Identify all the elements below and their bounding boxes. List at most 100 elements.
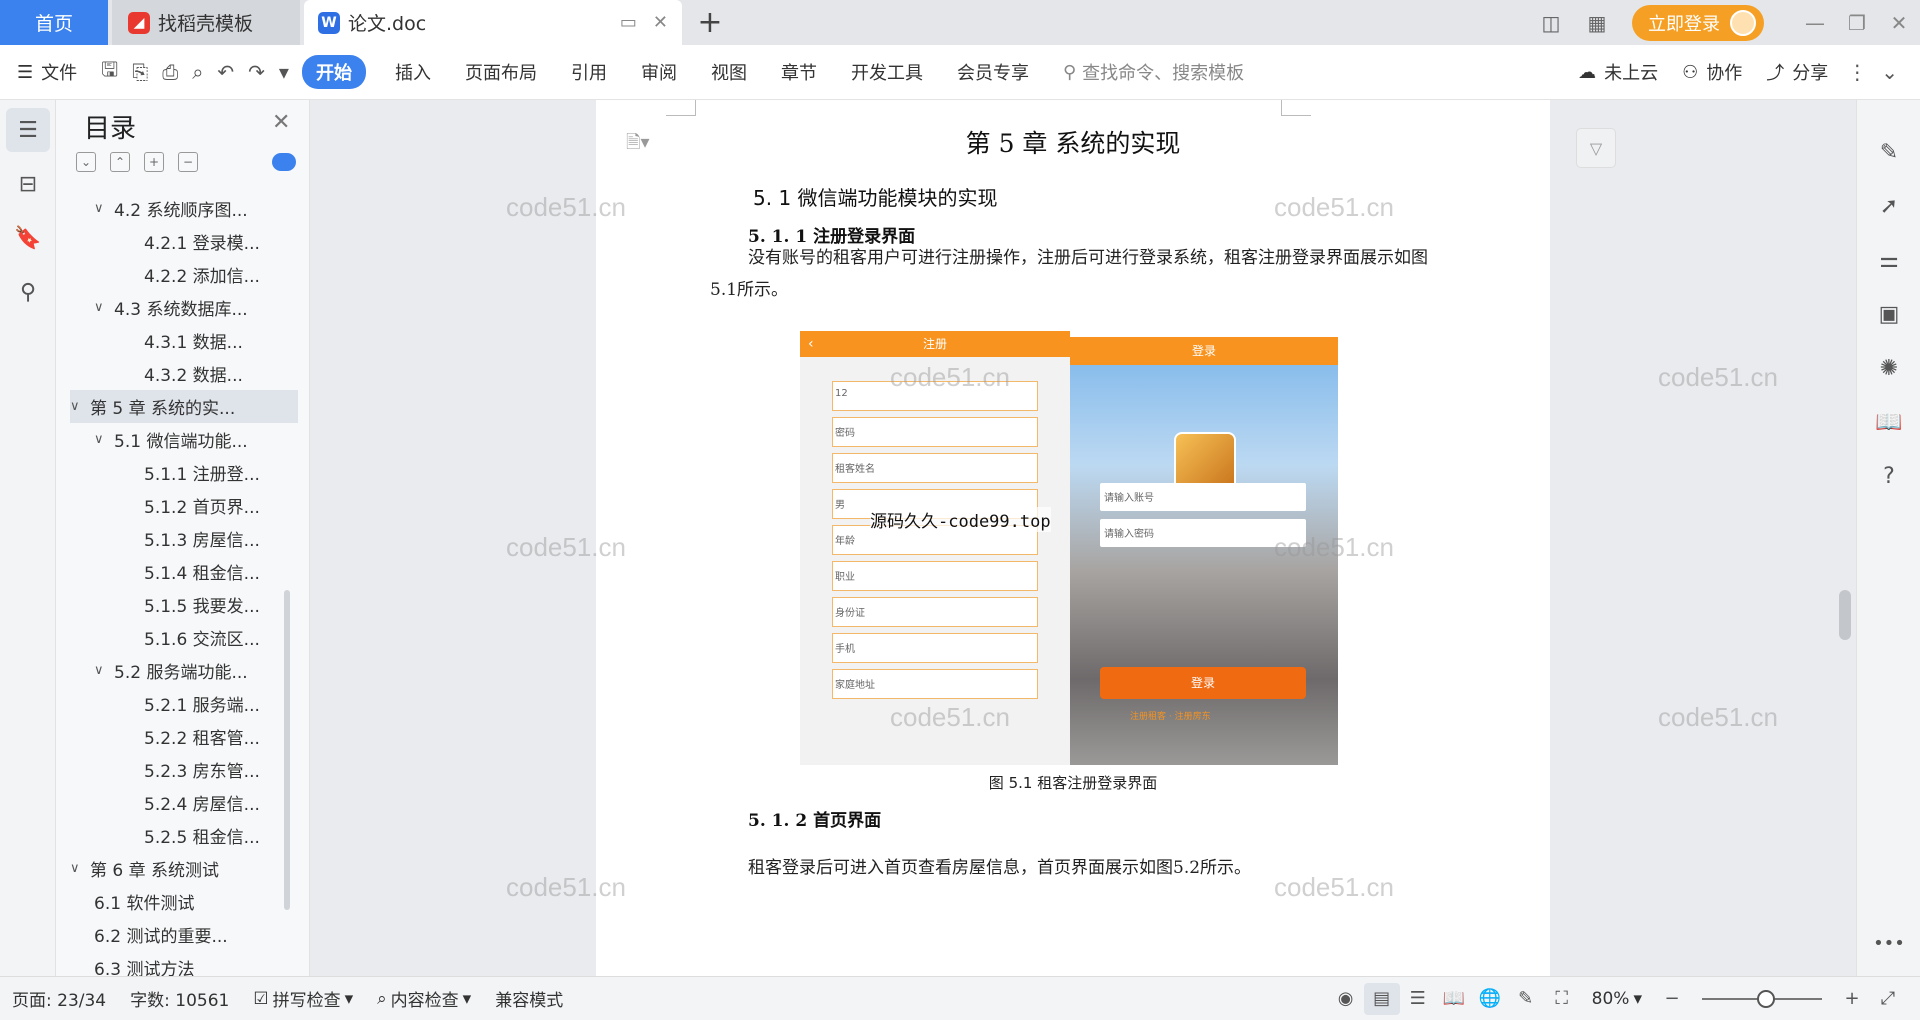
tab-document[interactable]: W 论文.doc ▭ ✕ [304, 0, 682, 45]
toc-item[interactable]: 4.2.1 登录模... [70, 225, 298, 258]
web-view-icon[interactable]: 🌐 [1472, 983, 1508, 1015]
toc-item[interactable]: 5.2.2 租客管... [70, 720, 298, 753]
toc-item[interactable]: ∨ 第 5 章 系统的实... [70, 390, 298, 423]
toc-item[interactable]: 5.1.2 首页界... [70, 489, 298, 522]
apps-grid-icon[interactable]: ▦ [1580, 6, 1614, 40]
toc-item[interactable]: 4.2.2 添加信... [70, 258, 298, 291]
tab-review[interactable]: 审阅 [624, 59, 694, 85]
close-icon[interactable]: ✕ [272, 110, 290, 135]
reading-view-icon[interactable]: 📖 [1436, 983, 1472, 1015]
tab-devtools[interactable]: 开发工具 [834, 59, 940, 85]
eye-protect-icon[interactable]: ◉ [1328, 983, 1364, 1015]
command-search[interactable]: ⚲ 查找命令、搜索模板 [1046, 59, 1261, 85]
collapse-all-icon[interactable]: ⌃ [110, 152, 130, 172]
tab-insert[interactable]: 插入 [378, 59, 448, 85]
zoom-out-icon[interactable]: − [1654, 983, 1690, 1015]
fullscreen-icon[interactable]: ⤢ [1870, 983, 1906, 1015]
tab-member[interactable]: 会员专享 [940, 59, 1046, 85]
toc-item[interactable]: 4.3.1 数据... [70, 324, 298, 357]
toc-item[interactable]: 6.3 测试方法 [70, 951, 298, 976]
toc-item[interactable]: 6.2 测试的重要... [70, 918, 298, 951]
toc-item[interactable]: 5.2.4 房屋信... [70, 786, 298, 819]
tab-start[interactable]: 开始 [301, 55, 366, 89]
tab-view[interactable]: 视图 [694, 59, 764, 85]
fit-page-icon[interactable]: ⛶ [1544, 983, 1580, 1015]
save-icon[interactable]: 🖫 [94, 55, 125, 89]
page-count[interactable]: 页面: 23/34 [0, 986, 118, 1011]
toc-item[interactable]: 5.1.4 租金信... [70, 555, 298, 588]
redo-icon[interactable]: ↷ [241, 60, 272, 84]
collaborate-button[interactable]: ⚇ 协作 [1670, 59, 1754, 85]
window-mode-icon[interactable]: ▭ [620, 12, 637, 33]
zoom-in-icon[interactable]: + [1834, 983, 1870, 1015]
more-icon[interactable]: ••• [1867, 933, 1911, 954]
zoom-slider[interactable] [1702, 989, 1822, 1008]
help-icon[interactable]: ? [1867, 454, 1911, 498]
tab-page-layout[interactable]: 页面布局 [448, 59, 554, 85]
chevron-down-icon[interactable]: ∨ [94, 432, 114, 447]
outline-view-icon[interactable]: ☰ [1400, 983, 1436, 1015]
more-options-icon[interactable]: ⋮ [1840, 60, 1874, 84]
toc-item[interactable]: 5.1.3 房屋信... [70, 522, 298, 555]
adjust-sliders-icon[interactable]: ⚌ [1867, 238, 1911, 282]
write-mode-icon[interactable]: ✎ [1508, 983, 1544, 1015]
add-heading-icon[interactable]: + [144, 152, 164, 172]
read-mode-icon[interactable]: 📖 [1867, 400, 1911, 444]
plus-icon[interactable]: + [690, 0, 730, 45]
toc-scrollbar[interactable] [284, 590, 290, 910]
zoom-level[interactable]: 80% ▾ [1580, 989, 1654, 1009]
toc-item[interactable]: 5.2.3 房东管... [70, 753, 298, 786]
toc-item[interactable]: 5.1.6 交流区... [70, 621, 298, 654]
layout-toggle-icon[interactable]: ◫ [1534, 6, 1568, 40]
content-check-button[interactable]: ⌕ 内容检查 ▾ [365, 986, 483, 1012]
zoom-slider-knob[interactable] [1757, 989, 1775, 1008]
pen-icon[interactable]: ✎ [1867, 130, 1911, 174]
tab-reference[interactable]: 引用 [554, 59, 624, 85]
toc-item[interactable]: 5.2.1 服务端... [70, 687, 298, 720]
bookmark-icon[interactable]: 🔖 [6, 216, 50, 260]
chevron-down-icon[interactable]: ∨ [70, 861, 90, 876]
select-cursor-icon[interactable]: ➚ [1867, 184, 1911, 228]
expand-all-icon[interactable]: ⌄ [76, 152, 96, 172]
word-count[interactable]: 字数: 10561 [118, 986, 241, 1011]
remove-heading-icon[interactable]: − [178, 152, 198, 172]
spell-check-button[interactable]: ☑ 拼写检查 ▾ [241, 986, 365, 1012]
scroll-thumb[interactable] [1839, 590, 1851, 640]
page-view-icon[interactable]: ▤ [1363, 982, 1400, 1015]
toc-item[interactable]: ∨ 4.3 系统数据库... [70, 291, 298, 324]
export-pdf-icon[interactable]: ⎘ [125, 60, 155, 84]
navigation-icon[interactable]: ⊟ [6, 162, 50, 206]
search-doc-icon[interactable]: ⚲ [6, 270, 50, 314]
close-window-icon[interactable]: ✕ [1878, 0, 1920, 45]
tab-daoke-templates[interactable]: ◢ 找稻壳模板 [112, 0, 300, 45]
tab-home[interactable]: 首页 [0, 0, 108, 45]
share-button[interactable]: ⤴ 分享 [1754, 59, 1840, 85]
quick-access-dropdown-icon[interactable]: ▾ [272, 60, 296, 84]
filter-icon[interactable]: ▽ [1576, 128, 1616, 168]
undo-icon[interactable]: ↶ [210, 60, 241, 84]
image-tools-icon[interactable]: ▣ [1867, 292, 1911, 336]
vertical-scrollbar[interactable] [1834, 100, 1856, 976]
restore-icon[interactable]: ❐ [1836, 0, 1878, 45]
chevron-down-icon[interactable]: ∨ [94, 201, 114, 216]
toc-item[interactable]: 4.3.2 数据... [70, 357, 298, 390]
toc-sync-toggle[interactable] [272, 153, 296, 171]
outline-icon[interactable]: ☰ [6, 108, 50, 152]
minimize-icon[interactable]: — [1794, 0, 1836, 45]
toc-item[interactable]: 6.1 软件测试 [70, 885, 298, 918]
print-icon[interactable]: ⎙ [155, 60, 185, 84]
toc-item[interactable]: ∨ 5.1 微信端功能... [70, 423, 298, 456]
chevron-down-icon[interactable]: ∨ [94, 300, 114, 315]
toc-item[interactable]: ∨ 4.2 系统顺序图... [70, 192, 298, 225]
cloud-status[interactable]: ☁ 未上云 [1566, 59, 1670, 85]
toc-item[interactable]: 5.1.1 注册登... [70, 456, 298, 489]
collapse-ribbon-icon[interactable]: ⌄ [1874, 60, 1920, 84]
print-preview-icon[interactable]: ⌕ [185, 60, 210, 84]
toc-item[interactable]: ∨ 5.2 服务端功能... [70, 654, 298, 687]
close-tab-icon[interactable]: ✕ [653, 12, 668, 33]
tab-chapter[interactable]: 章节 [764, 59, 834, 85]
toc-item[interactable]: 5.1.5 我要发... [70, 588, 298, 621]
toc-item[interactable]: ∨ 第 6 章 系统测试 [70, 852, 298, 885]
toc-item[interactable]: 5.2.5 租金信... [70, 819, 298, 852]
ai-assistant-icon[interactable]: ✺ [1867, 346, 1911, 390]
